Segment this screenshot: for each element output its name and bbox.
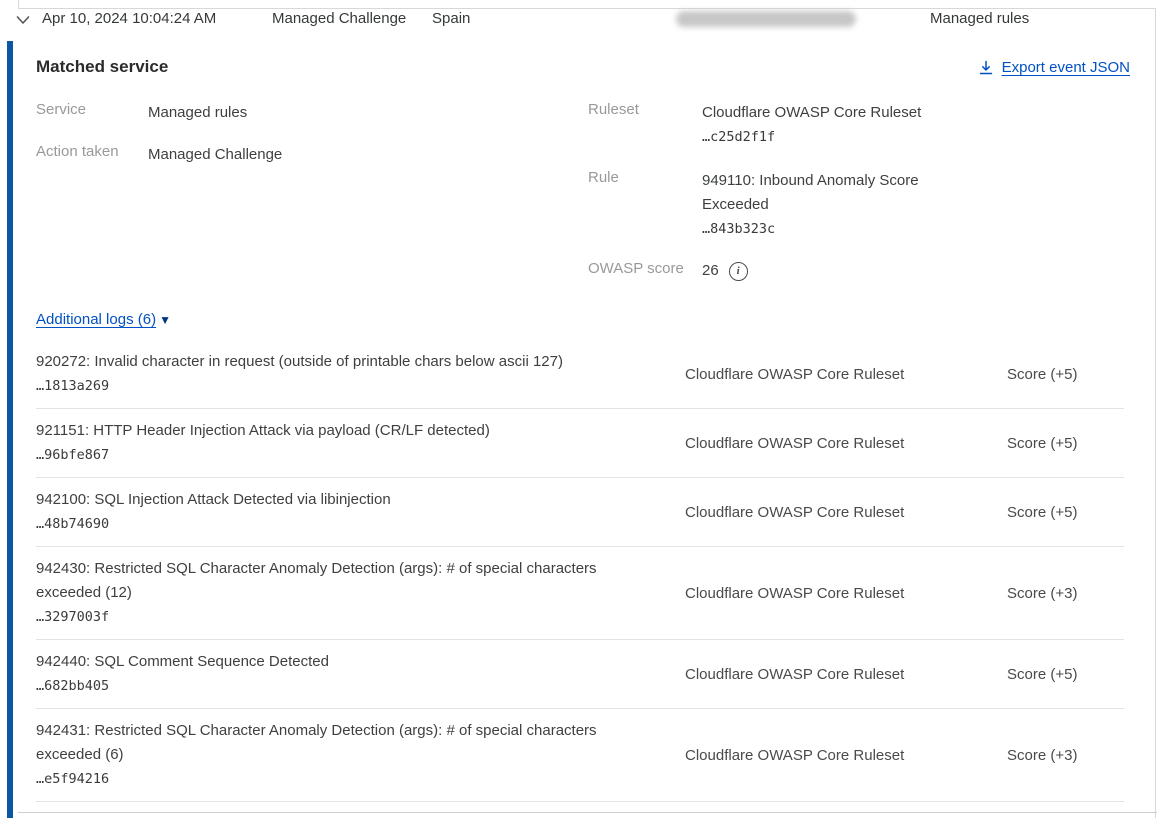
log-rule-description: 920272: Invalid character in request (ou… bbox=[36, 350, 636, 374]
log-row: 920272: Invalid character in request (ou… bbox=[36, 340, 1124, 409]
event-action: Managed Challenge bbox=[272, 10, 406, 27]
log-rule-description: 942100: SQL Injection Attack Detected vi… bbox=[36, 488, 636, 512]
log-rule-hash: …1813a269 bbox=[36, 374, 636, 398]
log-rule-description: 942440: SQL Comment Sequence Detected bbox=[36, 650, 636, 674]
event-timestamp: Apr 10, 2024 10:04:24 AM bbox=[42, 10, 216, 27]
log-row: 921151: HTTP Header Injection Attack via… bbox=[36, 409, 1124, 478]
log-rule-hash: …48b74690 bbox=[36, 512, 636, 536]
action-taken-label: Action taken bbox=[36, 143, 119, 160]
log-ruleset: Cloudflare OWASP Core Ruleset bbox=[685, 747, 1007, 764]
log-ruleset: Cloudflare OWASP Core Ruleset bbox=[685, 435, 1007, 452]
event-summary-row[interactable]: Apr 10, 2024 10:04:24 AM Managed Challen… bbox=[0, 0, 1160, 36]
log-score: Score (+3) bbox=[1007, 747, 1124, 764]
log-score: Score (+5) bbox=[1007, 504, 1124, 521]
rule-hash: …843b323c bbox=[702, 217, 936, 241]
action-taken-value: Managed Challenge bbox=[148, 143, 282, 167]
export-event-json-link[interactable]: Export event JSON bbox=[978, 59, 1130, 76]
log-score: Score (+5) bbox=[1007, 366, 1124, 383]
ruleset-name: Cloudflare OWASP Core Ruleset bbox=[702, 101, 942, 125]
owasp-score-value: 26 bbox=[702, 259, 719, 283]
service-value: Managed rules bbox=[148, 101, 247, 125]
rule-name: 949110: Inbound Anomaly Score Exceeded bbox=[702, 169, 936, 217]
event-country: Spain bbox=[432, 10, 470, 27]
log-ruleset: Cloudflare OWASP Core Ruleset bbox=[685, 585, 1007, 602]
log-ruleset: Cloudflare OWASP Core Ruleset bbox=[685, 366, 1007, 383]
ruleset-hash: …c25d2f1f bbox=[702, 125, 942, 149]
log-rule-hash: …e5f94216 bbox=[36, 767, 636, 791]
log-rule-description: 921151: HTTP Header Injection Attack via… bbox=[36, 419, 636, 443]
log-ruleset: Cloudflare OWASP Core Ruleset bbox=[685, 666, 1007, 683]
log-ruleset: Cloudflare OWASP Core Ruleset bbox=[685, 504, 1007, 521]
log-rule-hash: …96bfe867 bbox=[36, 443, 636, 467]
log-score: Score (+3) bbox=[1007, 585, 1124, 602]
event-service: Managed rules bbox=[930, 10, 1029, 27]
table-bottom-border bbox=[18, 812, 1157, 813]
log-row: 942431: Restricted SQL Character Anomaly… bbox=[36, 709, 1124, 802]
table-right-border bbox=[1155, 8, 1156, 818]
additional-logs-table: 920272: Invalid character in request (ou… bbox=[36, 340, 1124, 802]
caret-down-icon: ▼ bbox=[159, 313, 171, 327]
rule-label: Rule bbox=[588, 169, 619, 186]
export-event-json-label: Export event JSON bbox=[1002, 59, 1130, 76]
log-rule-hash: …682bb405 bbox=[36, 674, 636, 698]
log-row: 942430: Restricted SQL Character Anomaly… bbox=[36, 547, 1124, 640]
redacted-value bbox=[676, 11, 856, 27]
log-rule-description: 942431: Restricted SQL Character Anomaly… bbox=[36, 719, 636, 767]
expanded-row-accent-bar bbox=[7, 41, 13, 818]
log-score: Score (+5) bbox=[1007, 666, 1124, 683]
download-icon bbox=[978, 60, 994, 76]
rule-value: 949110: Inbound Anomaly Score Exceeded …… bbox=[702, 169, 936, 241]
info-icon[interactable]: i bbox=[729, 262, 748, 281]
ruleset-value: Cloudflare OWASP Core Ruleset …c25d2f1f bbox=[702, 101, 942, 149]
log-score: Score (+5) bbox=[1007, 435, 1124, 452]
log-row: 942440: SQL Comment Sequence Detected …6… bbox=[36, 640, 1124, 709]
log-row: 942100: SQL Injection Attack Detected vi… bbox=[36, 478, 1124, 547]
log-rule-description: 942430: Restricted SQL Character Anomaly… bbox=[36, 557, 636, 605]
additional-logs-label: Additional logs (6) bbox=[36, 311, 156, 328]
additional-logs-toggle[interactable]: Additional logs (6) ▼ bbox=[36, 311, 171, 328]
matched-service-title: Matched service bbox=[36, 57, 168, 77]
owasp-score-label: OWASP score bbox=[588, 260, 684, 277]
log-rule-hash: …3297003f bbox=[36, 605, 636, 629]
ruleset-label: Ruleset bbox=[588, 101, 639, 118]
service-label: Service bbox=[36, 101, 86, 118]
collapse-chevron-icon[interactable] bbox=[14, 11, 32, 29]
